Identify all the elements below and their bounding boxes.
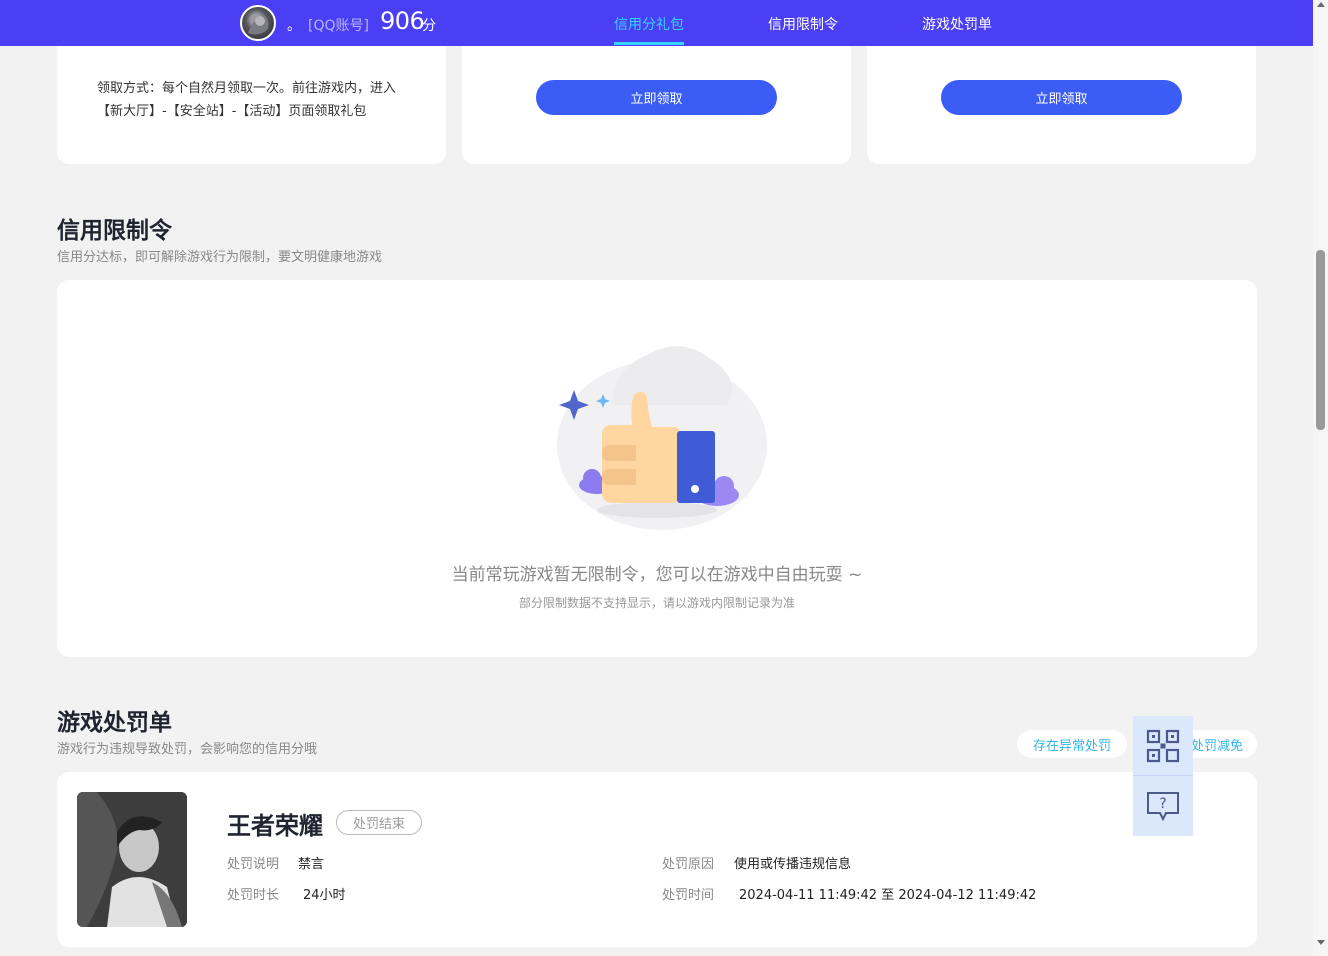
gift-card-3: 立即领取: [867, 30, 1256, 164]
game-cover-image: [77, 792, 187, 927]
qrcode-icon: [1146, 729, 1180, 763]
penalty-record-card: 王者荣耀 处罚结束 处罚说明 禁言 处罚时长 24小时 处罚原因 使用或传播违规…: [57, 772, 1257, 947]
restriction-empty-note: 部分限制数据不支持显示，请以游戏内限制记录为准: [518, 596, 795, 610]
thumbs-up-illustration-icon: [557, 346, 767, 530]
scroll-down-arrow-icon[interactable]: [1317, 940, 1325, 945]
penalty-reason-label: 处罚原因: [662, 857, 715, 872]
page-scrollbar[interactable]: [1313, 0, 1328, 956]
user-avatar[interactable]: [240, 5, 276, 41]
account-type: [QQ账号]: [308, 18, 369, 34]
credit-score-unit: 分: [422, 18, 436, 34]
credit-score: 906: [380, 7, 425, 35]
active-tab-underline: [614, 42, 684, 45]
penalty-desc-label: 处罚说明: [227, 857, 280, 872]
penalty-status-badge: 处罚结束: [336, 810, 422, 835]
penalty-section-subtitle: 游戏行为违规导致处罚，会影响您的信用分哦: [57, 742, 318, 757]
question-chat-icon: ?: [1147, 792, 1179, 822]
penalty-duration-value: 24小时: [303, 888, 346, 903]
game-hero-portrait-icon: [77, 792, 187, 927]
restriction-empty-message: 当前常玩游戏暂无限制令，您可以在游戏中自由玩耍 ~: [451, 565, 863, 585]
penalty-duration-label: 处罚时长: [227, 888, 280, 903]
penalty-time-value: 2024-04-11 11:49:42 至 2024-04-12 11:49:4…: [739, 888, 1037, 903]
user-nickname: 。: [287, 18, 301, 34]
penalty-desc-value: 禁言: [298, 857, 325, 872]
claim-button[interactable]: 立即领取: [536, 80, 777, 115]
svg-text:?: ?: [1159, 796, 1166, 812]
qrcode-button[interactable]: [1133, 716, 1193, 776]
floating-toolbar: ?: [1133, 716, 1193, 836]
scroll-up-arrow-icon[interactable]: [1317, 2, 1325, 7]
restriction-section-title: 信用限制令: [57, 218, 172, 244]
penalty-reason-value: 使用或传播违规信息: [734, 857, 852, 872]
help-feedback-button[interactable]: ?: [1133, 776, 1193, 836]
gift-claim-method: 领取方式：每个自然月领取一次。前往游戏内，进入【新大厅】-【安全站】-【活动】页…: [97, 81, 397, 119]
tab-credit-gift[interactable]: 信用分礼包: [614, 14, 684, 34]
tab-game-penalty[interactable]: 游戏处罚单: [922, 14, 992, 34]
penalty-time-label: 处罚时间: [662, 888, 715, 903]
tab-credit-restriction[interactable]: 信用限制令: [768, 14, 838, 34]
claim-button[interactable]: 立即领取: [941, 80, 1182, 115]
penalty-section-title: 游戏处罚单: [57, 710, 172, 736]
restriction-section-subtitle: 信用分达标，即可解除游戏行为限制，要文明健康地游戏: [57, 250, 383, 265]
avatar-image-icon: [248, 15, 269, 35]
restriction-empty-card: 当前常玩游戏暂无限制令，您可以在游戏中自由玩耍 ~ 部分限制数据不支持显示，请以…: [57, 280, 1257, 657]
top-navigation-bar: 。 [QQ账号] 906 分 信用分礼包 信用限制令 游戏处罚单: [0, 0, 1313, 46]
scrollbar-thumb[interactable]: [1316, 250, 1325, 430]
gift-card-2: 立即领取: [462, 30, 851, 164]
game-name: 王者荣耀: [227, 812, 323, 840]
gift-card-1: 领取方式：每个自然月领取一次。前往游戏内，进入【新大厅】-【安全站】-【活动】页…: [57, 30, 446, 164]
abnormal-penalty-button[interactable]: 存在异常处罚: [1017, 730, 1127, 758]
